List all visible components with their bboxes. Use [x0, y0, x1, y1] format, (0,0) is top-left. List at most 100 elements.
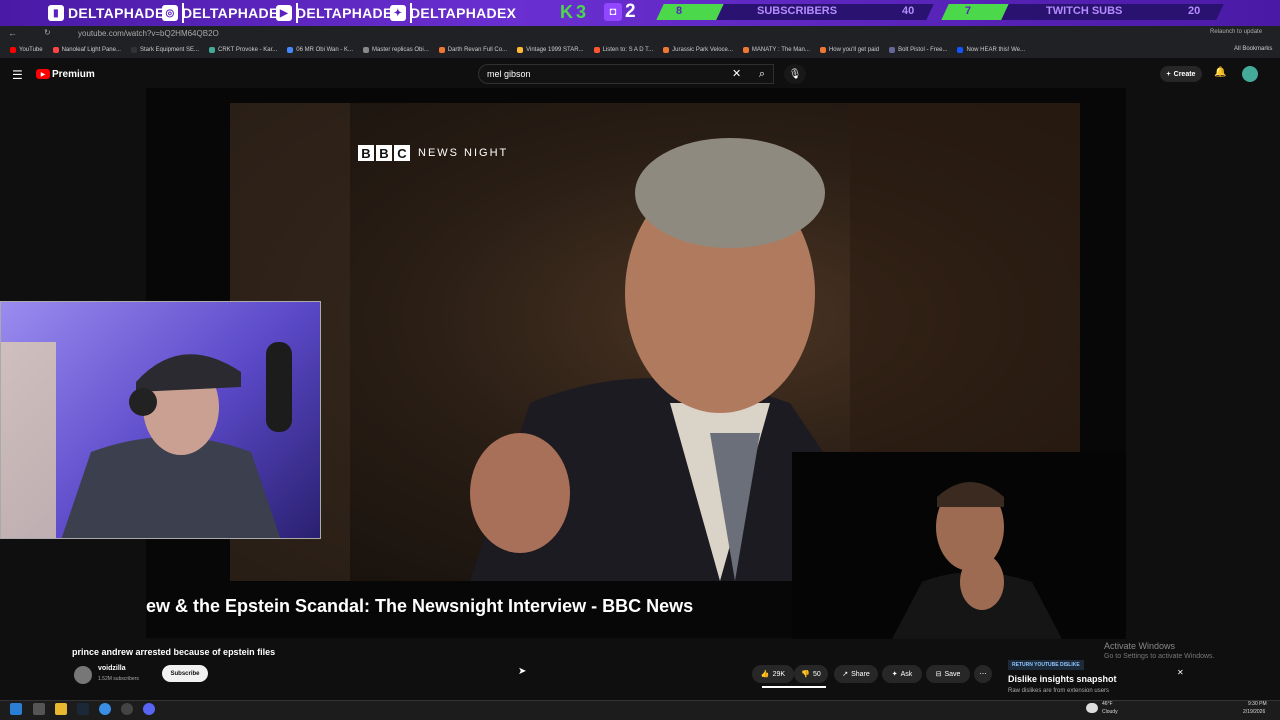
bbc-newsnight-logo: B B C NEWS NIGHT — [358, 145, 508, 161]
bookmark[interactable]: Vintage 1999 STAR... — [517, 47, 584, 53]
bookmark-icon — [10, 47, 16, 53]
create-label: Create — [1173, 70, 1196, 78]
steam-icon[interactable] — [77, 703, 89, 715]
ask-button[interactable]: ✦ Ask — [882, 665, 922, 683]
notifications-icon[interactable]: 🔔 — [1214, 67, 1226, 78]
bookmark-label: Darth Revan Full Co... — [447, 47, 508, 53]
youtube-handle: ▶ DELTAPHADE — [276, 4, 393, 22]
channel-name[interactable]: voidzilla — [98, 665, 126, 672]
twitter-handle: ✦ DELTAPHADEX — [390, 4, 516, 22]
dislike-button[interactable]: 👎 50 — [794, 665, 828, 683]
bookmark-label: Stark Equipment SE... — [139, 47, 199, 53]
bookmark[interactable]: Listen to: S A D T... — [593, 47, 653, 53]
task-view-icon[interactable] — [33, 703, 45, 715]
youtube-logo-icon[interactable]: ▶ — [36, 69, 50, 79]
youtube-logo-text[interactable]: Premium — [52, 69, 95, 80]
plus-icon: + — [1166, 70, 1171, 78]
bookmark-icon — [287, 47, 294, 53]
bookmark[interactable]: Darth Revan Full Co... — [438, 47, 508, 53]
newsnight-text: NEWS NIGHT — [418, 147, 509, 159]
obs-icon[interactable] — [121, 703, 133, 715]
bbc-letter: B — [358, 145, 374, 161]
bbc-letter: B — [376, 145, 392, 161]
subscribe-button[interactable]: Subscribe — [162, 665, 208, 682]
share-button[interactable]: ↗ Share — [834, 665, 878, 683]
menu-icon[interactable]: ☰ — [12, 68, 23, 82]
guest-figure — [892, 482, 1062, 639]
like-count: 29K — [772, 670, 786, 678]
all-bookmarks-button[interactable]: All Bookmarks — [1234, 46, 1272, 52]
share-label: Share — [851, 670, 870, 678]
subscriber-count: 1.52M subscribers — [98, 676, 139, 682]
ryd-title: Dislike insights snapshot — [1008, 674, 1117, 684]
bookmark-icon — [438, 47, 445, 53]
create-button[interactable]: + Create — [1160, 66, 1202, 82]
like-button[interactable]: 👍 29K — [752, 665, 794, 683]
bookmark-icon — [957, 47, 964, 53]
bookmark[interactable]: Bolt Pistol - Free... — [889, 47, 947, 53]
twitch-icon: ▮ — [48, 5, 64, 21]
bookmark-icon — [363, 47, 370, 53]
channel-avatar[interactable] — [74, 666, 92, 684]
search-input[interactable]: mel gibson — [478, 64, 774, 84]
bookmark[interactable]: Nanoleaf Light Pane... — [52, 47, 121, 53]
handle-text: DELTAPHADE — [182, 5, 279, 21]
mouse-cursor-icon: ➤ — [518, 666, 527, 677]
share-icon: ↗ — [842, 671, 849, 678]
bbc-letter: C — [394, 145, 410, 161]
ryd-subtitle: Raw dislikes are from extension users — [1008, 688, 1110, 694]
bookmark[interactable]: 06 MR Obi Wan - K... — [287, 47, 353, 53]
subscriber-goal-fill — [656, 4, 724, 20]
save-button[interactable]: ⊟ Save — [926, 665, 970, 683]
ryd-tag: RETURN YOUTUBE DISLIKE — [1008, 660, 1084, 670]
bookmark-icon — [889, 47, 896, 53]
reload-icon[interactable]: ↻ — [44, 28, 51, 37]
bookmark[interactable]: CRKT Provoke - Kar... — [209, 47, 277, 53]
video-title: prince andrew arrested because of epstei… — [72, 647, 276, 657]
thumbs-up-icon: 👍 — [760, 671, 770, 678]
bookmark-label: MANATY : The Man... — [751, 47, 810, 53]
chrome-icon[interactable] — [99, 703, 111, 715]
relaunch-button[interactable]: Relaunch to update — [1210, 29, 1262, 35]
activate-windows-subtitle: Go to Settings to activate Windows. — [1104, 653, 1215, 660]
sparkle-icon: ✦ — [891, 671, 898, 678]
avatar[interactable] — [1242, 66, 1258, 82]
goal-target: 20 — [1188, 5, 1201, 17]
bookmark[interactable]: Stark Equipment SE... — [130, 47, 199, 53]
bookmark-label: Master replicas Obi... — [372, 47, 429, 53]
file-explorer-icon[interactable] — [55, 703, 67, 715]
clear-search-icon[interactable]: ✕ — [732, 67, 741, 80]
bookmark[interactable]: MANATY : The Man... — [742, 47, 810, 53]
save-label: Save — [944, 670, 961, 678]
clock-date[interactable]: 2/19/2026 — [1243, 709, 1265, 715]
bookmark-icon — [517, 47, 524, 53]
bookmark[interactable]: Master replicas Obi... — [363, 47, 429, 53]
twitch-handle: ▮ DELTAPHADE — [48, 4, 165, 22]
windows-start-icon[interactable] — [10, 703, 22, 715]
back-icon[interactable]: ← — [8, 28, 17, 38]
bookmark[interactable]: YouTube — [10, 47, 43, 53]
search-icon[interactable]: ⌕ — [750, 64, 774, 84]
bookmark[interactable]: Now HEAR this! We... — [957, 47, 1025, 53]
thumbs-down-icon: 👎 — [801, 671, 810, 678]
url-text[interactable]: youtube.com/watch?v=bQ2HM64QB2O — [78, 29, 219, 38]
bookmark[interactable]: Jurassic Park Veloce... — [663, 47, 733, 53]
youtube-icon: ▶ — [276, 5, 292, 21]
instagram-icon: ◎ — [162, 5, 178, 21]
address-bar[interactable]: ← ↻ youtube.com/watch?v=bQ2HM64QB2O Rela… — [0, 26, 1280, 42]
discord-icon[interactable] — [143, 703, 155, 715]
bookmark-icon — [663, 47, 670, 53]
bookmark[interactable]: How you'll get paid — [819, 47, 879, 53]
badge-number: 2 — [625, 1, 636, 22]
microphone-icon[interactable]: 🎙 — [784, 64, 806, 84]
bookmark-icon: ⊟ — [935, 671, 942, 678]
twitch-goal-fill — [941, 4, 1009, 20]
clock-time[interactable]: 9:30 PM — [1248, 701, 1267, 707]
bookmark-label: Vintage 1999 STAR... — [526, 47, 584, 53]
instagram-handle: ◎ DELTAPHADE — [162, 4, 279, 22]
weather-desc: Cloudy — [1102, 709, 1118, 715]
weather-temp: 46°F — [1102, 701, 1113, 707]
more-actions-icon[interactable]: ⋯ — [974, 665, 992, 683]
close-icon[interactable]: ✕ — [1177, 668, 1184, 677]
twitter-icon: ✦ — [390, 5, 406, 21]
